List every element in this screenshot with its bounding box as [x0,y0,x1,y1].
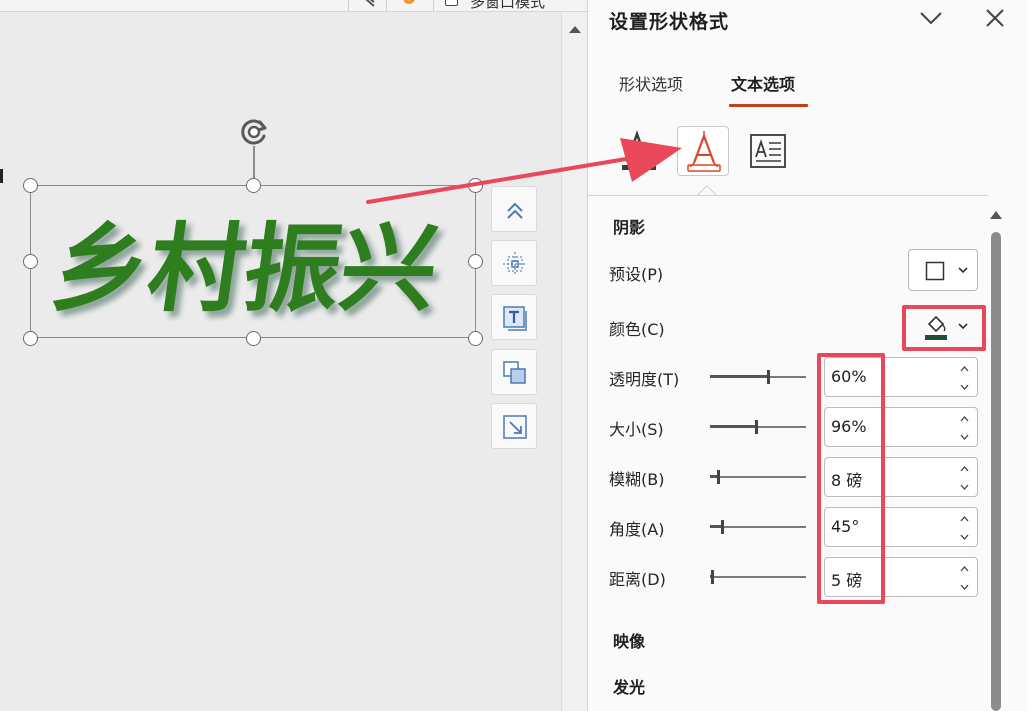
blur-slider[interactable] [710,470,806,484]
spin-down-icon[interactable] [960,534,969,540]
chevron-down-icon [958,267,968,274]
spin-up-icon[interactable] [960,416,969,422]
size-slider[interactable] [710,420,806,434]
textbox-t-icon [503,306,527,331]
spin-down-icon[interactable] [960,384,969,390]
distance-label: 距离(D) [609,570,666,589]
flower-icon[interactable] [398,0,420,12]
section-shadow-title[interactable]: 阴影 [613,214,645,238]
highlight-color-box [902,305,986,351]
multi-window-label: 多窗口模式 [470,0,546,11]
calligraphy-art-text[interactable]: 乡村振兴 乡村振兴 [36,190,472,334]
toolbar-separator [433,0,434,11]
annotation-arrow-icon [366,138,682,204]
distance-slider[interactable] [710,570,806,584]
size-label: 大小(S) [609,420,664,439]
chevron-down-icon[interactable] [919,8,943,28]
transparency-slider[interactable] [710,370,806,384]
tab-text-options[interactable]: 文本选项 [731,71,795,95]
color-label: 颜色(C) [609,320,665,339]
spin-down-icon[interactable] [960,434,969,440]
resize-arrow-icon [503,415,527,439]
spin-down-icon[interactable] [960,584,969,590]
spin-up-icon[interactable] [960,516,969,522]
arrange-button[interactable] [491,349,537,395]
spin-up-icon[interactable] [960,566,969,572]
top-toolbar-strip: 多窗口模式 [0,0,587,12]
slider-thumb[interactable] [755,420,758,434]
canvas-scrollbar[interactable] [561,12,587,711]
angle-slider[interactable] [710,520,806,534]
spin-down-icon[interactable] [960,484,969,490]
scrollbar-thumb[interactable] [991,232,1001,711]
pane-title: 设置形状格式 [609,11,730,33]
pane-scrollbar[interactable] [988,205,1004,711]
transparency-label: 透明度(T) [609,370,680,389]
format-shape-pane: 设置形状格式 形状选项 文本选项 阴影 预设(P) 颜色(C) 透明度(T) 6… [587,0,1027,711]
section-reflection-title[interactable]: 映像 [613,628,645,652]
preset-label: 预设(P) [609,265,664,284]
slider-thumb[interactable] [721,520,724,534]
align-center-button[interactable] [491,240,537,286]
multi-window-checkbox[interactable] [445,0,458,6]
blur-label: 模糊(B) [609,470,665,489]
toolbar-separator [386,0,387,11]
active-tab-underline [729,104,808,107]
tab-shape-options[interactable]: 形状选项 [619,71,683,95]
slider-thumb[interactable] [717,470,720,484]
resize-button[interactable] [491,403,537,449]
preset-dropdown[interactable] [908,249,978,291]
textbox-layout-icon[interactable] [748,132,788,170]
square-preset-icon [925,261,945,281]
spin-up-icon[interactable] [960,466,969,472]
slider-thumb[interactable] [767,370,770,384]
slide-canvas[interactable]: 多窗口模式 乡村振兴 乡村振兴 [0,0,587,711]
art-text-main: 乡村振兴 [45,211,445,324]
arrange-layers-icon [503,361,526,384]
hide-comments-icon[interactable] [356,0,378,12]
section-glow-title[interactable]: 发光 [613,674,645,698]
scroll-up-arrow-icon[interactable] [569,26,581,33]
toolbar-separator [348,0,349,11]
scroll-up-arrow-icon[interactable] [990,211,1002,219]
spin-up-icon[interactable] [960,366,969,372]
align-center-icon [503,252,527,276]
angle-label: 角度(A) [609,520,665,539]
text-wrap-button[interactable] [491,294,537,340]
close-icon[interactable] [984,7,1006,29]
text-cursor-mark [0,169,3,183]
highlight-values-box [817,353,885,604]
slider-thumb[interactable] [711,570,714,584]
rotate-handle-icon[interactable] [236,114,272,150]
